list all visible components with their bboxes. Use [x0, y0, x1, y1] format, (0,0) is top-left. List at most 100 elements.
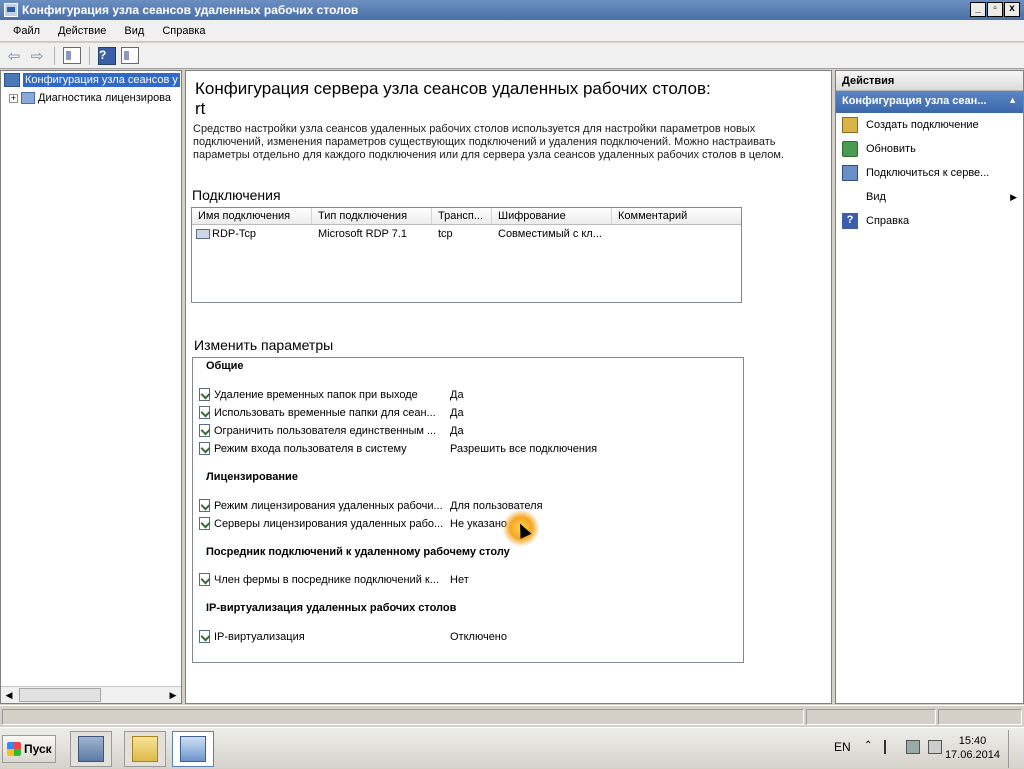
- action-create-connection[interactable]: Создать подключение: [836, 113, 1023, 137]
- help-button[interactable]: ?: [97, 46, 117, 66]
- page-title: Конфигурация сервера узла сеансов удален…: [195, 79, 795, 119]
- menu-bar: Файл Действие Вид Справка: [0, 20, 1024, 42]
- actions-section-header[interactable]: Конфигурация узла сеан...: [836, 91, 1023, 113]
- menu-view[interactable]: Вид: [115, 23, 153, 39]
- volume-muted-icon[interactable]: [928, 740, 942, 754]
- setting-name: Член фермы в посреднике подключений к...: [214, 573, 439, 586]
- start-button[interactable]: Пуск: [2, 735, 56, 763]
- setting-row[interactable]: Член фермы в посреднике подключений к...…: [199, 571, 739, 588]
- action-help[interactable]: ? Справка: [836, 209, 1023, 233]
- setting-row[interactable]: Режим входа пользователя в систему Разреш…: [199, 440, 739, 457]
- setting-name: IP-виртуализация: [214, 630, 305, 643]
- tree-horizontal-scrollbar[interactable]: ◀ ▶: [1, 686, 181, 703]
- group-heading: Посредник подключений к удаленному рабоч…: [206, 546, 510, 558]
- menu-action[interactable]: Действие: [49, 23, 115, 39]
- tree-item-rdsh-config[interactable]: Конфигурация узла сеансов у: [1, 71, 181, 89]
- actions-pane: Действия Конфигурация узла сеан... Созда…: [835, 70, 1024, 704]
- taskbar-explorer[interactable]: [124, 731, 166, 767]
- minimize-button[interactable]: _: [970, 2, 986, 17]
- setting-icon: [199, 406, 210, 419]
- column-header[interactable]: Комментарий: [612, 208, 741, 224]
- action-label: Справка: [866, 215, 910, 227]
- forward-arrow-icon[interactable]: ⇨: [27, 46, 47, 66]
- setting-name: Режим лицензирования удаленных рабочи...: [214, 499, 443, 512]
- action-label: Обновить: [866, 143, 916, 155]
- status-panel: [938, 709, 1022, 725]
- setting-value: Не указано: [450, 517, 508, 530]
- connections-table: Имя подключения Тип подключения Трансп..…: [191, 207, 742, 303]
- clock-time: 15:40: [958, 735, 987, 747]
- table-cell: RDP-Tcp: [192, 226, 312, 242]
- setting-row[interactable]: Использовать временные папки для сеан...…: [199, 404, 739, 421]
- table-row[interactable]: RDP-Tcp Microsoft RDP 7.1 tcp Совместимы…: [192, 225, 741, 242]
- window-title-bar[interactable]: Конфигурация узла сеансов удаленных рабо…: [0, 0, 1024, 20]
- taskbar-rdsh-config[interactable]: [172, 731, 214, 767]
- status-panel: [2, 709, 804, 725]
- action-label: Вид: [866, 191, 886, 203]
- taskbar-server-manager[interactable]: [70, 731, 112, 767]
- setting-icon: [199, 442, 210, 455]
- back-arrow-icon[interactable]: ⇦: [4, 46, 24, 66]
- maximize-button[interactable]: ▫: [987, 2, 1003, 17]
- menu-file[interactable]: Файл: [4, 23, 49, 39]
- setting-name: Серверы лицензирования удаленных рабо...: [214, 517, 444, 530]
- expand-icon[interactable]: +: [9, 93, 18, 103]
- show-hide-tree-button[interactable]: [62, 46, 82, 66]
- setting-name: Удаление временных папок при выходе: [214, 388, 418, 401]
- scroll-left-icon[interactable]: ◀: [1, 687, 17, 703]
- window-controls: _ ▫ x: [970, 2, 1020, 17]
- setting-name: Режим входа пользователя в систему: [214, 442, 407, 455]
- menu-help[interactable]: Справка: [153, 23, 214, 39]
- tree-item-label: Конфигурация узла сеансов у: [23, 73, 180, 87]
- setting-name: Ограничить пользователя единственным ...: [214, 424, 437, 437]
- settings-heading: Изменить параметры: [194, 337, 334, 353]
- setting-icon: [199, 424, 210, 437]
- clock[interactable]: 15:40 17.06.2014: [945, 734, 1000, 762]
- setting-row[interactable]: Удаление временных папок при выходе Да: [199, 386, 739, 403]
- setting-value: Разрешить все подключения: [450, 442, 598, 455]
- action-view[interactable]: Вид ▶: [836, 185, 1023, 209]
- action-connect-server[interactable]: Подключиться к серве...: [836, 161, 1023, 185]
- rdsh-config-icon: [180, 736, 206, 762]
- action-label: Создать подключение: [866, 119, 979, 131]
- server-manager-icon: [78, 736, 104, 762]
- column-header[interactable]: Шифрование: [492, 208, 612, 224]
- toolbar-separator: [89, 46, 90, 65]
- setting-row[interactable]: Режим лицензирования удаленных рабочи...…: [199, 497, 739, 514]
- action-refresh[interactable]: Обновить: [836, 137, 1023, 161]
- setting-row[interactable]: IP-виртуализация Отключено: [199, 628, 739, 645]
- connection-name: RDP-Tcp: [212, 227, 257, 240]
- column-header[interactable]: Имя подключения: [192, 208, 312, 224]
- setting-row[interactable]: Ограничить пользователя единственным ...…: [199, 422, 739, 439]
- server-name: rt: [195, 99, 206, 118]
- setting-row[interactable]: Серверы лицензирования удаленных рабо...…: [199, 515, 739, 532]
- status-panel: [806, 709, 936, 725]
- action-label: Подключиться к серве...: [866, 167, 990, 179]
- start-label: Пуск: [24, 742, 52, 756]
- table-cell: [612, 232, 741, 236]
- show-hide-tree-icon: [63, 47, 81, 64]
- setting-value: Да: [450, 388, 464, 401]
- help-icon: ?: [842, 213, 858, 229]
- show-desktop-button[interactable]: [1008, 730, 1024, 768]
- network-icon[interactable]: [906, 740, 920, 754]
- rdp-connection-icon: [196, 228, 210, 239]
- rdsh-config-icon: [4, 73, 20, 87]
- connections-heading: Подключения: [192, 187, 281, 203]
- folder-icon: [132, 736, 158, 762]
- column-header[interactable]: Трансп...: [432, 208, 492, 224]
- licensing-diagnosis-icon: [21, 92, 35, 104]
- table-cell: tcp: [438, 227, 453, 240]
- action-center-flag-icon[interactable]: [884, 740, 898, 754]
- window-title: Конфигурация узла сеансов удаленных рабо…: [22, 3, 359, 17]
- properties-button[interactable]: [120, 46, 140, 66]
- close-button[interactable]: x: [1004, 2, 1020, 17]
- column-header[interactable]: Тип подключения: [312, 208, 432, 224]
- app-icon: [4, 3, 18, 17]
- tree-item-licensing-diagnosis[interactable]: + Диагностика лицензирова: [1, 89, 181, 107]
- show-hidden-icons-icon[interactable]: ⌃: [864, 740, 878, 754]
- language-indicator[interactable]: EN: [834, 740, 851, 754]
- scroll-right-icon[interactable]: ▶: [165, 687, 181, 703]
- status-bar: [0, 705, 1024, 727]
- scroll-thumb[interactable]: [19, 688, 101, 702]
